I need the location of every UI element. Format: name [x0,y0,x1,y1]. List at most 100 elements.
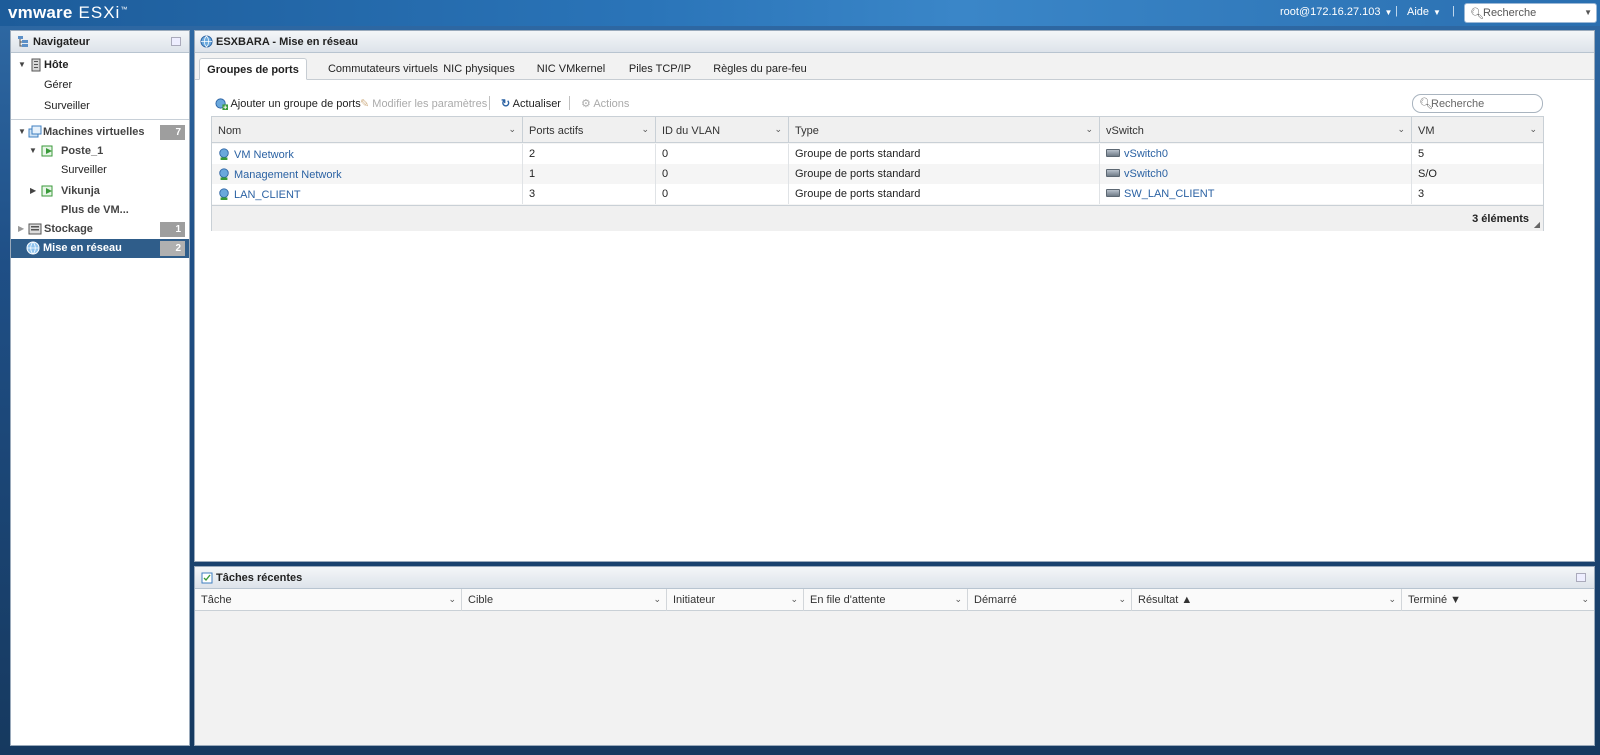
col-header-initiator[interactable]: Initiateur ⌄ [667,589,804,611]
minimize-icon[interactable] [171,37,181,46]
brand-text: vmware [8,3,73,22]
navigator-tree: ▼ Hôte Gérer Surveiller ▼ Machines virtu… [11,53,189,745]
nav-vm-poste1[interactable]: ▼ Poste_1 [11,142,189,161]
actions-button[interactable]: ⚙ Actions [581,97,629,110]
expand-down-icon[interactable]: ▼ [29,146,37,155]
col-header-label: Nom [218,125,242,137]
vlan-id-cell: 0 [656,164,789,184]
nav-more-vms[interactable]: Plus de VM... [11,201,189,220]
table-row[interactable]: Management Network 1 0 Groupe de ports s… [212,164,1543,184]
active-ports-cell: 3 [523,184,656,204]
global-search-input[interactable]: 🔍︎ Recherche ▼ [1464,3,1597,23]
nav-host-manage[interactable]: Gérer [11,76,189,95]
tab-firewall-rules[interactable]: Règles du pare-feu [705,58,815,80]
refresh-button[interactable]: ↻ Actualiser [501,97,561,110]
expand-down-icon[interactable]: ▼ [18,60,26,69]
network-globe-icon [26,241,40,255]
col-header-label: Tâche [201,594,232,606]
col-header-type[interactable]: Type ⌄ [789,117,1100,143]
nav-networking[interactable]: Mise en réseau 2 [11,239,189,258]
type-cell: Groupe de ports standard [789,184,1100,204]
col-header-completed[interactable]: Terminé ▼ ⌄ [1402,589,1594,611]
nav-host-monitor[interactable]: Surveiller [11,97,189,116]
chevron-down-icon[interactable]: ⌄ [954,594,962,605]
separator: | [1452,5,1455,17]
tab-physical-nics[interactable]: NIC physiques [439,58,519,80]
vm-powered-on-icon [41,145,53,157]
chevron-down-icon[interactable]: ⌄ [1388,594,1396,605]
nav-vm-vikunja[interactable]: ▶ Vikunja [11,182,189,201]
col-header-name[interactable]: Nom ⌄ [212,117,523,143]
user-menu[interactable]: root@172.16.27.103 ▼ [1280,6,1392,18]
vswitch-link[interactable]: vSwitch0 [1124,148,1168,160]
top-bar: vmware ESXi™ root@172.16.27.103 ▼ | Aide ▼ … [0,0,1600,26]
port-group-name-link[interactable]: LAN_CLIENT [234,189,301,201]
chevron-down-icon[interactable]: ▼ [1584,8,1592,17]
port-group-name-link[interactable]: Management Network [234,169,342,181]
chevron-down-icon[interactable]: ⌄ [1118,594,1126,605]
help-menu[interactable]: Aide ▼ [1407,6,1441,18]
chevron-down-icon[interactable]: ⌄ [1397,124,1405,135]
navigator-panel: Navigateur ▼ Hôte Gérer Surveiller ▼ Mac… [10,30,190,746]
nav-vms-label: Machines virtuelles [43,126,145,138]
vswitch-link[interactable]: SW_LAN_CLIENT [1124,188,1214,200]
nav-monitor-label: Surveiller [44,100,90,112]
col-header-task[interactable]: Tâche ⌄ [195,589,462,611]
grid-search-input[interactable]: 🔍︎ Recherche [1412,94,1543,113]
table-row[interactable]: LAN_CLIENT 3 0 Groupe de ports standard … [212,184,1543,204]
vswitch-link[interactable]: vSwitch0 [1124,168,1168,180]
expand-down-icon[interactable]: ▼ [18,127,26,136]
active-ports-cell: 2 [523,144,656,164]
tab-virtual-switches[interactable]: Commutateurs virtuels [313,58,453,80]
port-group-icon [219,188,229,200]
virtual-machines-icon [28,125,42,138]
vlan-id-cell: 0 [656,144,789,164]
nav-networking-label: Mise en réseau [43,242,122,254]
nav-host[interactable]: ▼ Hôte [11,56,189,75]
tab-vmkernel-nics[interactable]: NIC VMkernel [531,58,611,80]
refresh-label: Actualiser [512,98,561,110]
table-row[interactable]: VM Network 2 0 Groupe de ports standard … [212,144,1543,164]
col-header-result[interactable]: Résultat ▲ ⌄ [1132,589,1402,611]
nav-virtual-machines[interactable]: ▼ Machines virtuelles 7 [11,123,189,142]
chevron-down-icon[interactable]: ⌄ [508,124,516,135]
col-header-vswitch[interactable]: vSwitch ⌄ [1100,117,1412,143]
tab-port-groups[interactable]: Groupes de ports [199,58,307,80]
chevron-down-icon[interactable]: ⌄ [653,594,661,605]
col-header-label: Terminé ▼ [1408,594,1462,606]
chevron-down-icon[interactable]: ⌄ [1581,594,1589,605]
chevron-down-icon[interactable]: ⌄ [448,594,456,605]
resize-grip-icon[interactable]: ◢ [1534,220,1540,229]
col-header-target[interactable]: Cible ⌄ [462,589,667,611]
col-header-started[interactable]: Démarré ⌄ [968,589,1132,611]
expand-right-icon[interactable]: ▶ [18,224,24,233]
chevron-down-icon[interactable]: ⌄ [1529,124,1537,135]
storage-icon [28,223,42,235]
col-header-active-ports[interactable]: Ports actifs ⌄ [523,117,656,143]
col-header-vm[interactable]: VM ⌄ [1412,117,1543,143]
main-panel: ESXBARA - Mise en réseau Groupes de port… [194,30,1595,562]
vm-count-cell: 3 [1418,188,1425,200]
col-header-vlan-id[interactable]: ID du VLAN ⌄ [656,117,789,143]
port-group-name-link[interactable]: VM Network [234,149,294,161]
navigator-title: Navigateur [33,36,90,48]
nav-vikunja-label: Vikunja [61,185,100,197]
type-cell: Groupe de ports standard [789,144,1100,164]
nav-storage[interactable]: ▶ Stockage 1 [11,220,189,239]
nav-poste1-monitor[interactable]: Surveiller [11,161,189,180]
recent-tasks-panel: Tâches récentes Tâche ⌄ Cible ⌄ Initiateur… [194,566,1595,746]
minimize-icon[interactable] [1576,573,1586,582]
expand-right-icon[interactable]: ▶ [30,186,36,195]
chevron-down-icon[interactable]: ⌄ [1085,124,1093,135]
chevron-down-icon[interactable]: ⌄ [774,124,782,135]
add-port-group-button[interactable]: Ajouter un groupe de ports [215,97,361,110]
tab-tcpip-stacks[interactable]: Piles TCP/IP [625,58,695,80]
col-header-label: Initiateur [673,594,716,606]
nav-storage-label: Stockage [44,223,93,235]
chevron-down-icon[interactable]: ⌄ [641,124,649,135]
edit-settings-button[interactable]: ✎ Modifier les paramètres [360,97,487,110]
col-header-queued[interactable]: En file d'attente ⌄ [804,589,968,611]
vms-count-badge: 7 [160,125,185,140]
main-header: ESXBARA - Mise en réseau [195,31,1594,53]
chevron-down-icon[interactable]: ⌄ [790,594,798,605]
